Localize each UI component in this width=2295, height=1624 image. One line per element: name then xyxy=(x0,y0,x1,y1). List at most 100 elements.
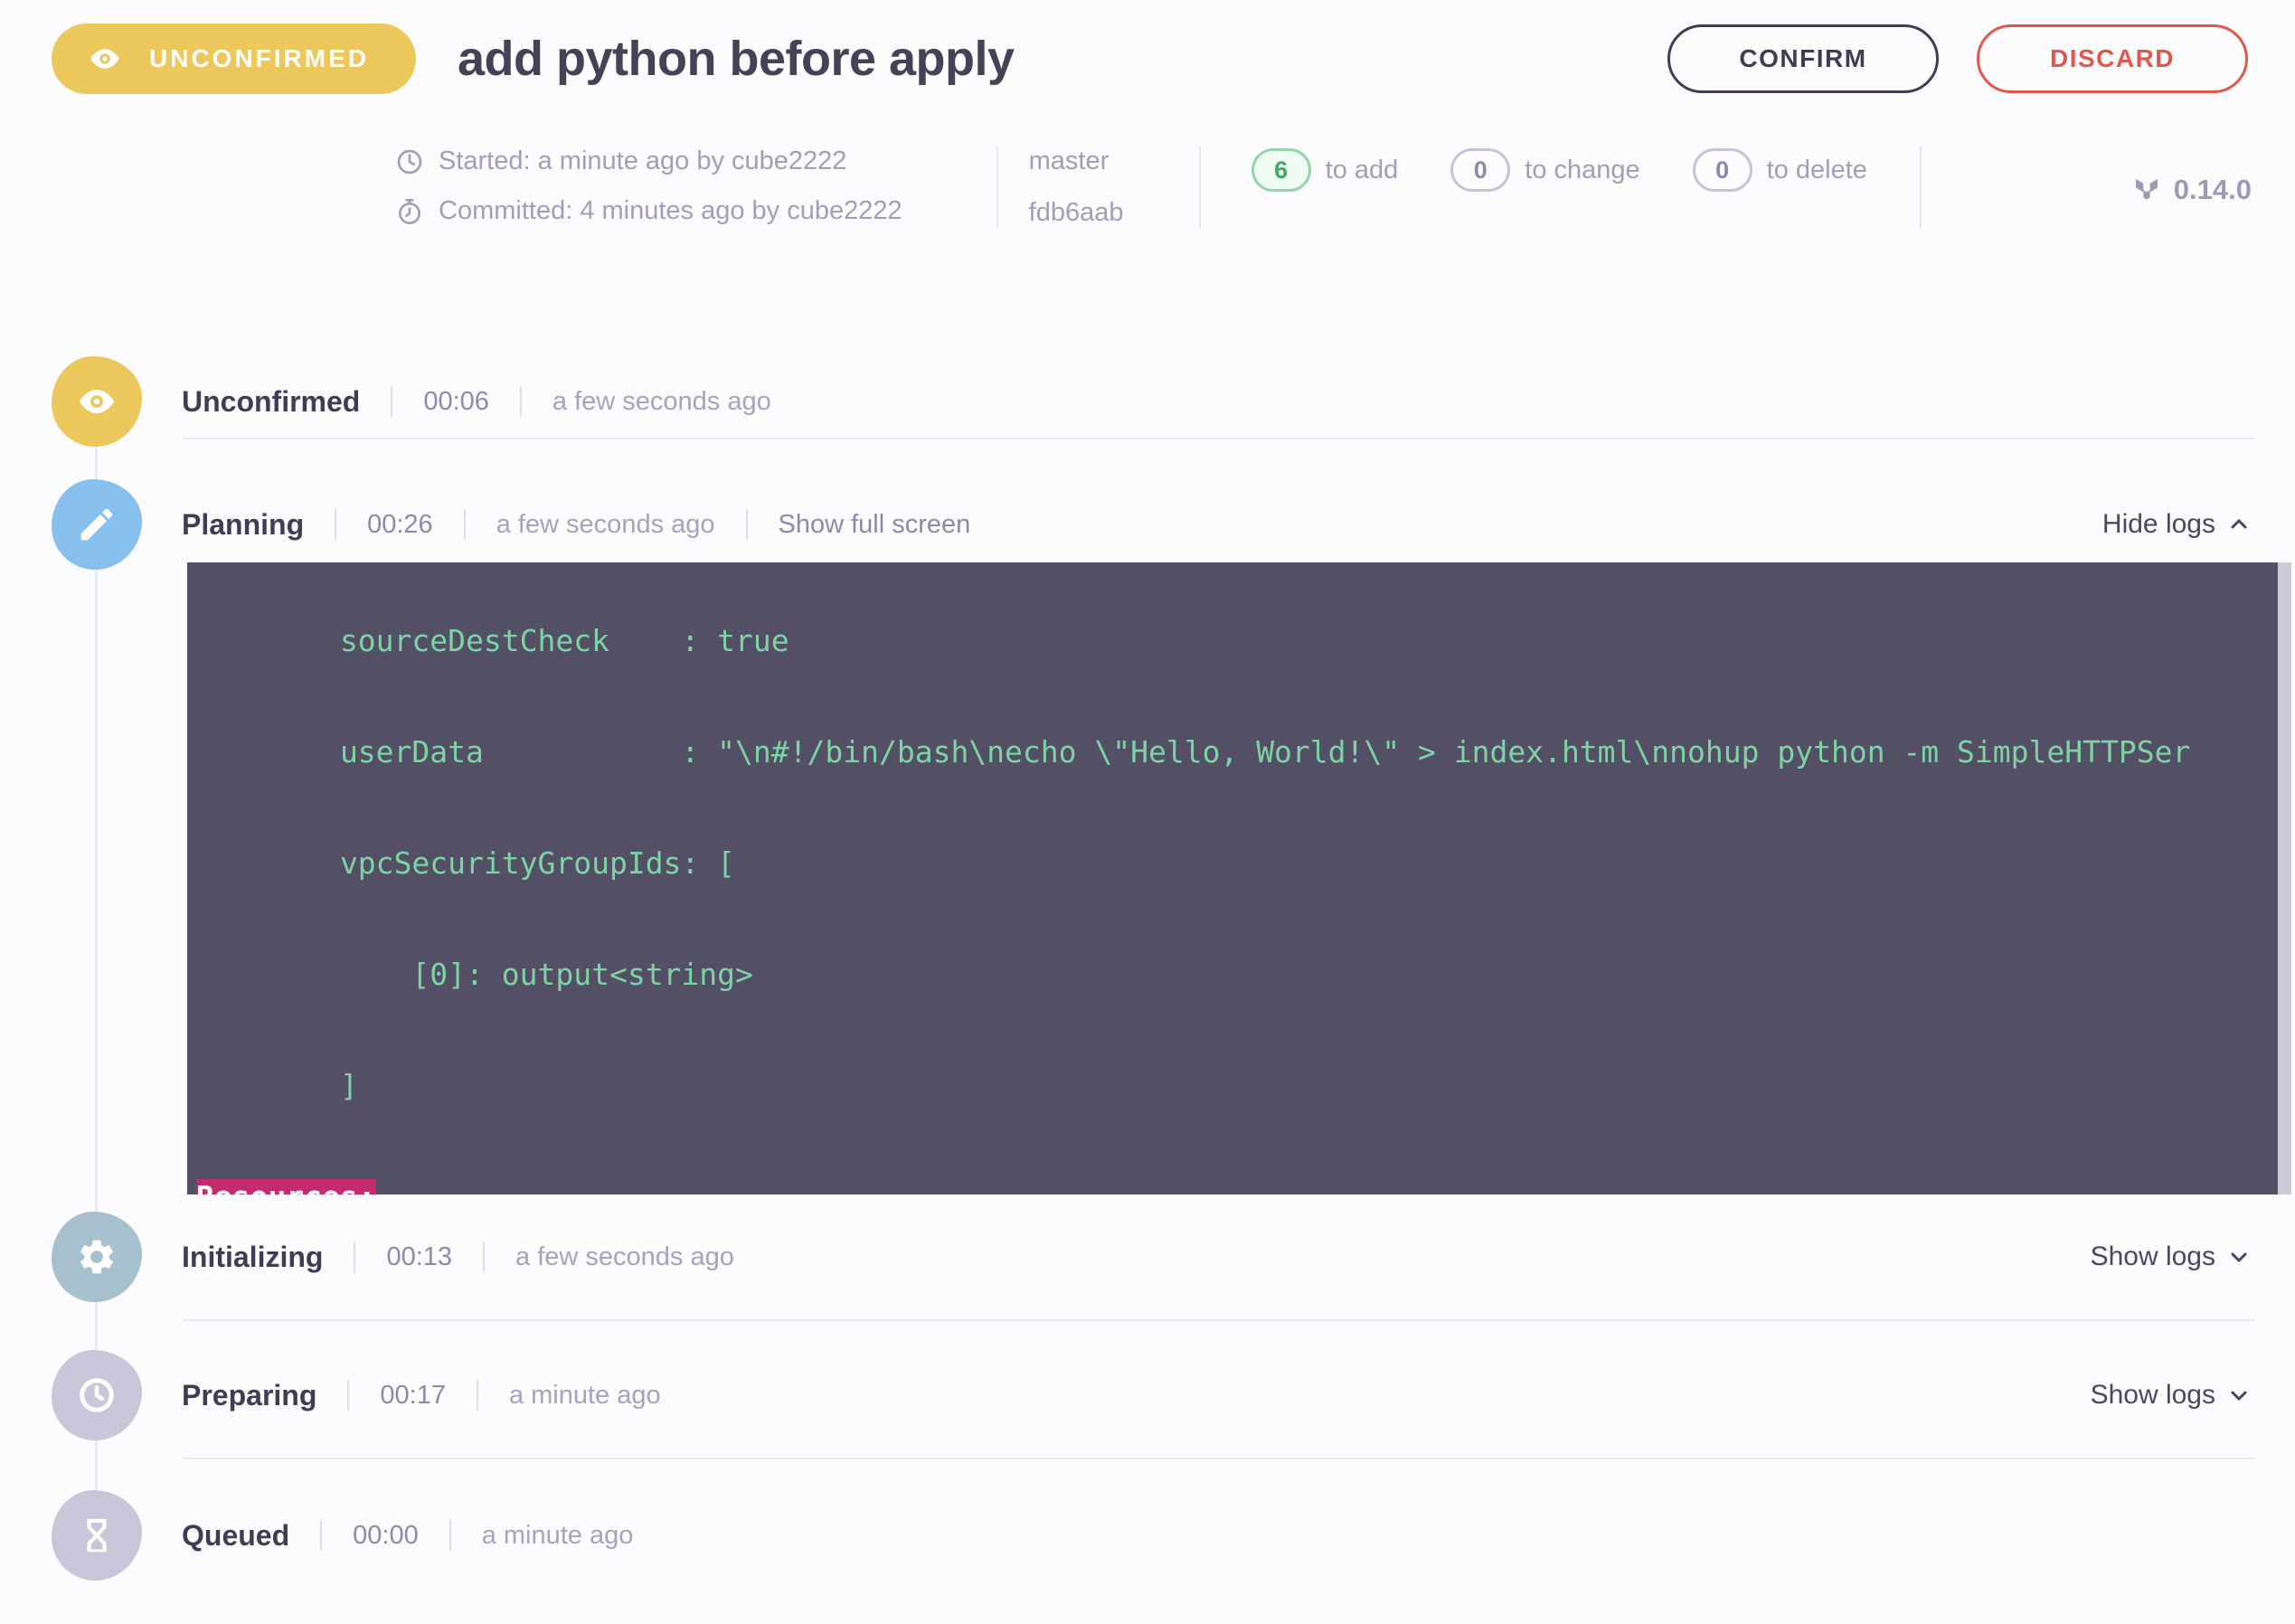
to-delete-badge: 0 xyxy=(1693,148,1752,192)
stage-initializing: Initializing 00:13 a few seconds ago Sho… xyxy=(52,1212,2295,1302)
stage-main: Initializing 00:13 a few seconds ago Sho… xyxy=(182,1241,2295,1274)
meta-divider xyxy=(996,146,998,228)
stage-timestamp: a minute ago xyxy=(509,1381,661,1411)
hide-logs-label: Hide logs xyxy=(2102,509,2215,540)
hide-logs-toggle[interactable]: Hide logs xyxy=(2102,509,2252,540)
log-segment: userData : "\n#!/bin/bash\necho \"Hello,… xyxy=(196,734,2190,770)
stage-main: Queued 00:00 a minute ago xyxy=(182,1519,2295,1553)
stage-duration: 00:00 xyxy=(353,1521,419,1551)
log-segment: vpcSecurityGroupIds: [ xyxy=(196,845,735,881)
log-line: Resources: xyxy=(196,1178,2291,1194)
row-divider xyxy=(183,1319,2255,1321)
stage-name: Planning xyxy=(182,508,304,542)
row-divider xyxy=(183,1458,2255,1459)
change-counts: 6 to add 0 to change 0 to delete xyxy=(1251,148,1920,228)
eye-icon xyxy=(76,381,118,422)
separator xyxy=(477,1380,478,1411)
stage-preparing: Preparing 00:17 a minute ago Show logs xyxy=(52,1350,2295,1440)
show-logs-label: Show logs xyxy=(2091,1380,2215,1411)
meta-divider xyxy=(1199,146,1201,228)
branch-commit: master fdb6aab xyxy=(1029,146,1145,228)
separator xyxy=(335,509,336,540)
log-line: ] xyxy=(196,1067,2291,1104)
to-add-label: to add xyxy=(1326,156,1399,185)
stage-timestamp: a few seconds ago xyxy=(552,387,771,417)
log-content: sourceDestCheck : true userData : "\n#!/… xyxy=(187,562,2291,1194)
separator xyxy=(320,1520,322,1551)
stage-duration: 00:06 xyxy=(423,387,489,417)
stage-duration: 00:17 xyxy=(380,1381,446,1411)
queued-blob xyxy=(52,1490,142,1581)
clock-icon xyxy=(76,1374,118,1416)
confirm-button[interactable]: CONFIRM xyxy=(1667,24,1939,93)
separator xyxy=(347,1380,349,1411)
log-terminal: sourceDestCheck : true userData : "\n#!/… xyxy=(187,562,2291,1194)
stage-queued: Queued 00:00 a minute ago xyxy=(52,1490,2295,1581)
terminal-scrollbar[interactable] xyxy=(2278,562,2291,1194)
chevron-down-icon xyxy=(2226,1383,2252,1408)
stopwatch-icon xyxy=(395,197,424,226)
meta-spacer xyxy=(1922,146,2132,228)
stage-timestamp: a minute ago xyxy=(482,1521,634,1551)
stage-name: Queued xyxy=(182,1519,289,1553)
show-logs-toggle[interactable]: Show logs xyxy=(2091,1380,2252,1411)
terraform-icon xyxy=(2132,175,2161,204)
meta-times: Started: a minute ago by cube2222 Commit… xyxy=(395,146,902,228)
run-detail-page: UNCONFIRMED add python before apply CONF… xyxy=(0,0,2295,1624)
to-delete-label: to delete xyxy=(1767,156,1867,185)
separator xyxy=(391,386,392,417)
stage-name: Initializing xyxy=(182,1241,323,1274)
committed-row: Committed: 4 minutes ago by cube2222 xyxy=(395,196,902,226)
page-title: add python before apply xyxy=(458,31,1015,87)
stage-timestamp: a few seconds ago xyxy=(496,510,715,540)
unconfirmed-blob xyxy=(52,356,142,447)
log-line: [0]: output<string> xyxy=(196,956,2291,993)
log-line: sourceDestCheck : true xyxy=(196,622,2291,659)
log-segment: Resources: xyxy=(196,1179,376,1194)
separator xyxy=(464,509,466,540)
to-change-label: to change xyxy=(1525,156,1639,185)
planning-blob xyxy=(52,479,142,570)
stage-name: Preparing xyxy=(182,1379,316,1412)
committed-text: Committed: 4 minutes ago by cube2222 xyxy=(439,196,902,226)
eye-icon xyxy=(88,42,122,76)
log-segment: [0]: output<string> xyxy=(196,957,753,992)
to-add-badge: 6 xyxy=(1251,148,1311,192)
started-text: Started: a minute ago by cube2222 xyxy=(439,146,846,176)
clock-outline-icon xyxy=(395,147,424,176)
log-line: vpcSecurityGroupIds: [ xyxy=(196,845,2291,882)
discard-button[interactable]: DISCARD xyxy=(1977,24,2248,93)
stage-main: Planning 00:26 a few seconds ago Show fu… xyxy=(182,508,2295,542)
run-meta: Started: a minute ago by cube2222 Commit… xyxy=(395,146,2252,228)
stage-timestamp: a few seconds ago xyxy=(515,1242,734,1272)
stage-planning: Planning 00:26 a few seconds ago Show fu… xyxy=(52,479,2295,1194)
chevron-up-icon xyxy=(2226,512,2252,537)
show-full-screen-link[interactable]: Show full screen xyxy=(779,510,971,540)
tool-version: 0.14.0 xyxy=(2132,152,2252,228)
run-timeline: Unconfirmed 00:06 a few seconds ago Plan… xyxy=(0,356,2295,1581)
pencil-icon xyxy=(76,504,118,545)
show-logs-label: Show logs xyxy=(2091,1242,2215,1272)
log-segment: ] xyxy=(196,1068,358,1103)
show-logs-toggle[interactable]: Show logs xyxy=(2091,1242,2252,1272)
stage-duration: 00:13 xyxy=(386,1242,452,1272)
version-number: 0.14.0 xyxy=(2174,174,2252,206)
stage-unconfirmed: Unconfirmed 00:06 a few seconds ago xyxy=(52,356,2295,447)
chevron-down-icon xyxy=(2226,1244,2252,1270)
separator xyxy=(449,1520,451,1551)
separator xyxy=(746,509,748,540)
gear-icon xyxy=(76,1236,118,1278)
hourglass-icon xyxy=(76,1515,118,1556)
commit-sha: fdb6aab xyxy=(1029,198,1145,228)
branch-name: master xyxy=(1029,146,1145,176)
separator xyxy=(520,386,522,417)
to-change-badge: 0 xyxy=(1450,148,1510,192)
separator xyxy=(354,1242,355,1272)
status-badge-label: UNCONFIRMED xyxy=(149,44,369,73)
started-row: Started: a minute ago by cube2222 xyxy=(395,146,902,176)
initializing-blob xyxy=(52,1212,142,1302)
preparing-blob xyxy=(52,1350,142,1440)
log-segment: sourceDestCheck : true xyxy=(196,623,789,658)
status-badge: UNCONFIRMED xyxy=(52,24,416,94)
header: UNCONFIRMED add python before apply CONF… xyxy=(0,0,2295,94)
